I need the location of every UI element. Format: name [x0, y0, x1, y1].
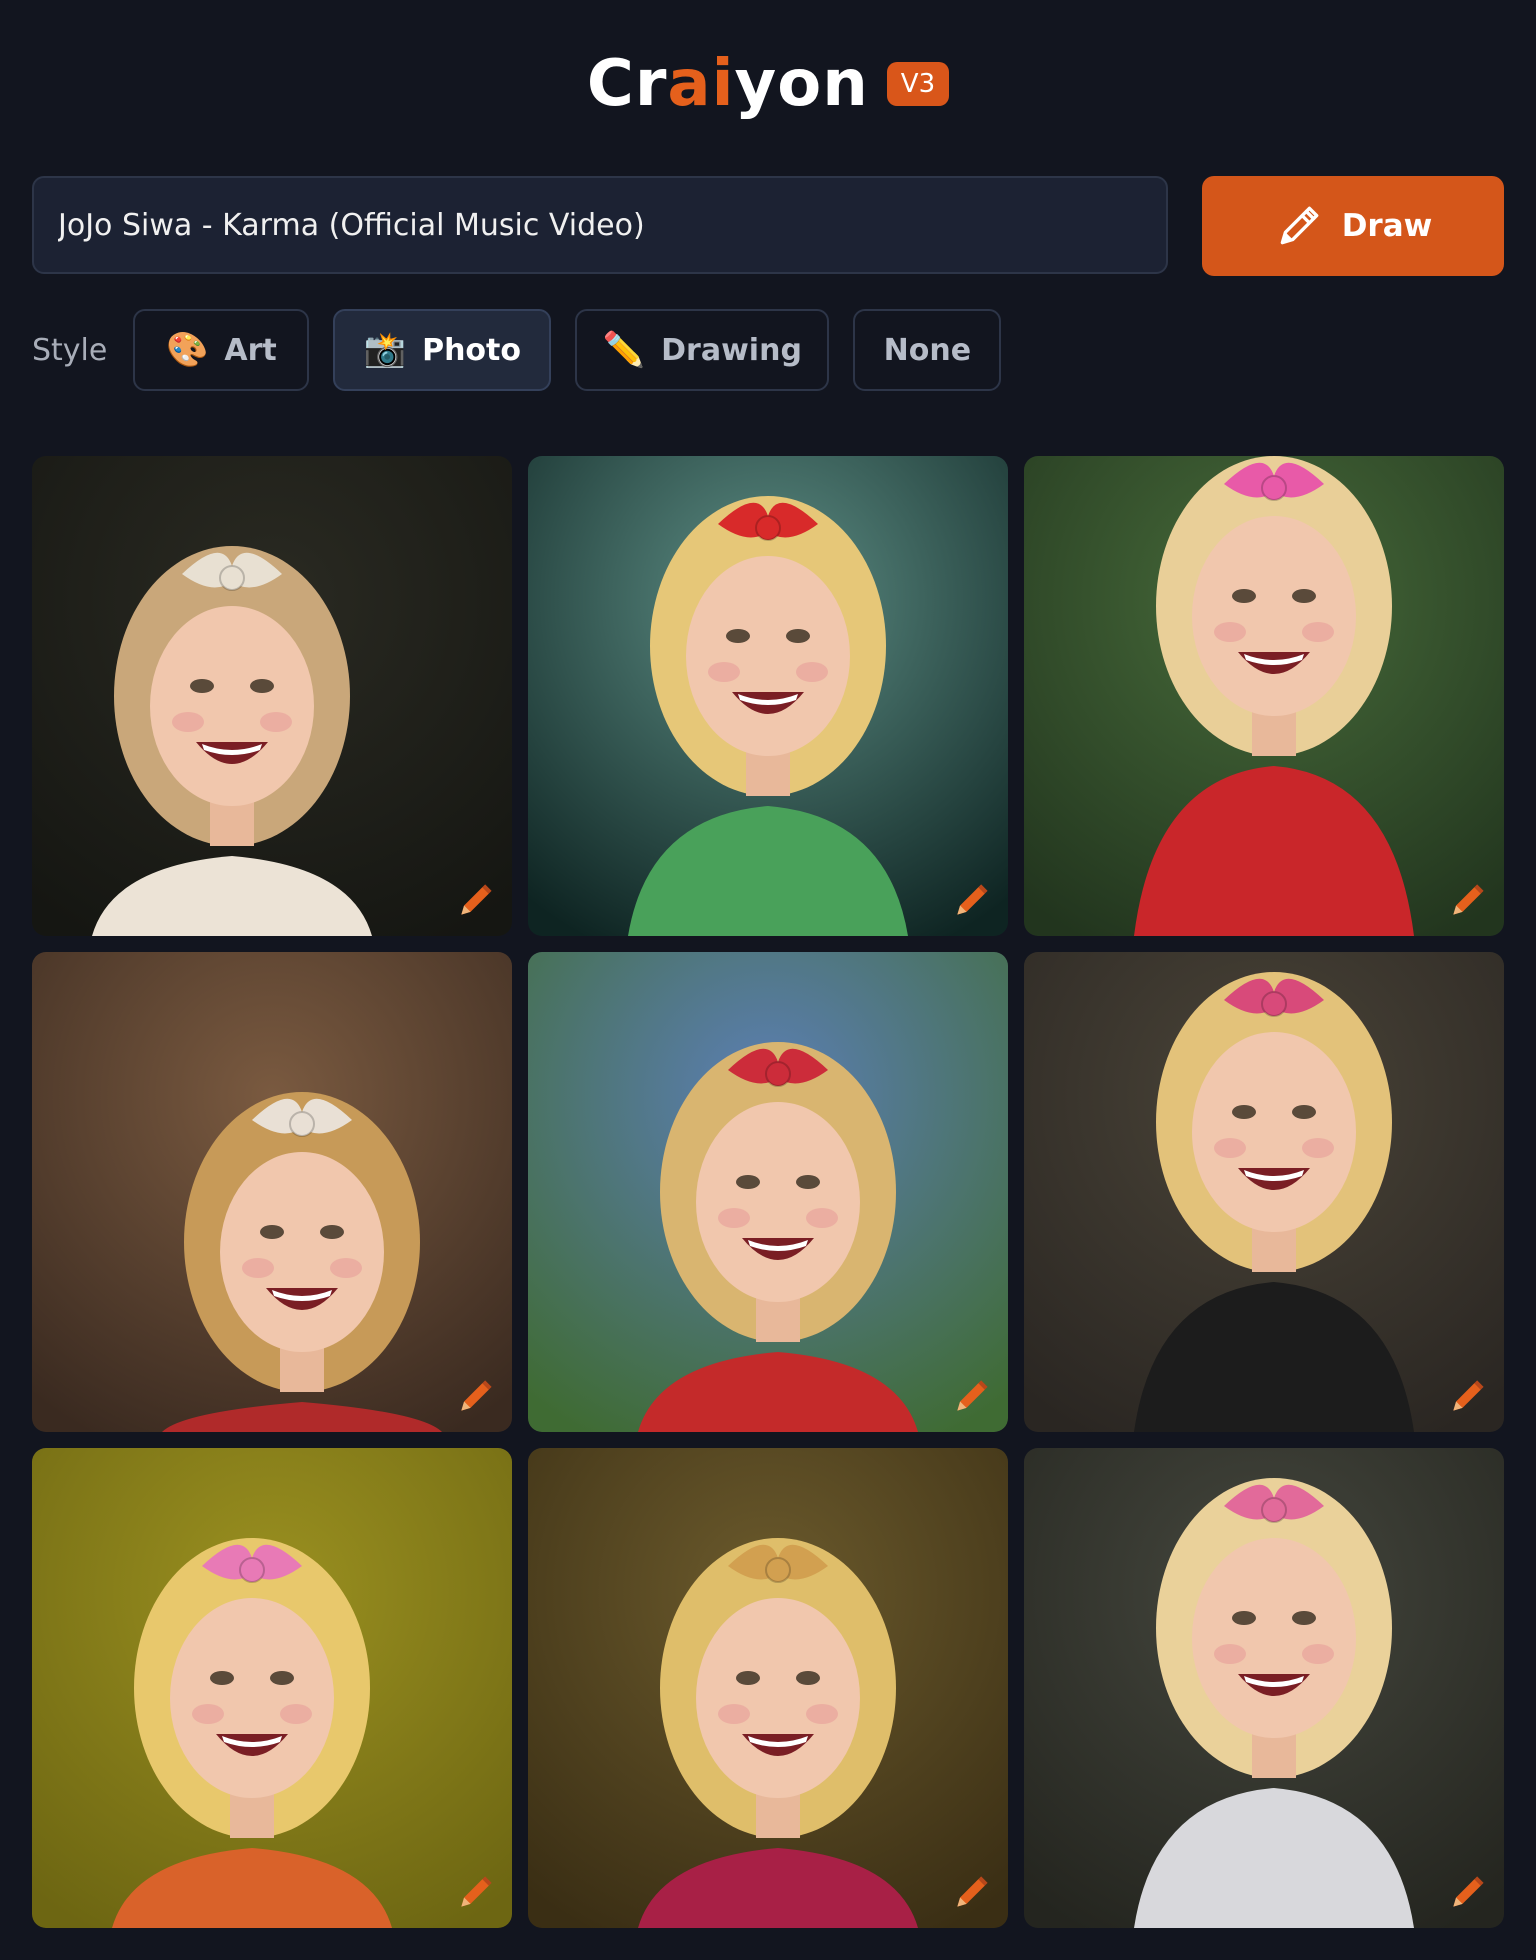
style-option-art[interactable]: 🎨 Art — [133, 309, 310, 391]
generated-image — [528, 1448, 1008, 1928]
draw-button[interactable]: Draw — [1202, 176, 1504, 276]
edit-pencil-icon[interactable] — [454, 878, 498, 922]
camera-flash-icon: 📸 — [363, 330, 407, 370]
generated-image — [1024, 1448, 1504, 1928]
craiyon-page: Craiyon V3 Draw Style 🎨 Art 📸 Photo ✏️ D… — [0, 0, 1536, 1960]
generated-image — [528, 952, 1008, 1432]
generated-image — [1024, 952, 1504, 1432]
logo[interactable]: Craiyon V3 — [586, 47, 950, 121]
result-image-tile[interactable] — [528, 952, 1008, 1432]
result-image-tile[interactable] — [32, 952, 512, 1432]
header: Craiyon V3 — [0, 44, 1536, 124]
generated-image — [32, 1448, 512, 1928]
style-label: Style — [32, 332, 108, 368]
style-option-none[interactable]: None — [853, 309, 1002, 391]
results-grid — [32, 456, 1504, 1928]
logo-text: Craiyon — [586, 47, 869, 121]
result-image-tile[interactable] — [32, 1448, 512, 1928]
prompt-input[interactable] — [32, 176, 1168, 274]
draw-button-label: Draw — [1341, 208, 1433, 244]
pencil-icon — [1280, 206, 1319, 245]
edit-pencil-icon[interactable] — [950, 878, 994, 922]
result-image-tile[interactable] — [528, 456, 1008, 936]
generated-image — [32, 456, 512, 936]
version-badge: V3 — [886, 62, 950, 106]
edit-pencil-icon[interactable] — [1446, 1374, 1490, 1418]
edit-pencil-icon[interactable] — [1446, 878, 1490, 922]
result-image-tile[interactable] — [528, 1448, 1008, 1928]
style-option-photo[interactable]: 📸 Photo — [333, 309, 552, 391]
pencil-icon: ✏️ — [602, 330, 646, 370]
edit-pencil-icon[interactable] — [454, 1374, 498, 1418]
palette-icon: 🎨 — [166, 330, 209, 370]
generated-image — [1024, 456, 1504, 936]
edit-pencil-icon[interactable] — [950, 1870, 994, 1914]
generated-image — [528, 456, 1008, 936]
style-selector: Style 🎨 Art 📸 Photo ✏️ Drawing None — [32, 308, 1002, 392]
edit-pencil-icon[interactable] — [1446, 1870, 1490, 1914]
result-image-tile[interactable] — [1024, 456, 1504, 936]
result-image-tile[interactable] — [1024, 1448, 1504, 1928]
result-image-tile[interactable] — [1024, 952, 1504, 1432]
edit-pencil-icon[interactable] — [950, 1374, 994, 1418]
edit-pencil-icon[interactable] — [454, 1870, 498, 1914]
generated-image — [32, 952, 512, 1432]
style-option-drawing[interactable]: ✏️ Drawing — [575, 309, 830, 391]
result-image-tile[interactable] — [32, 456, 512, 936]
